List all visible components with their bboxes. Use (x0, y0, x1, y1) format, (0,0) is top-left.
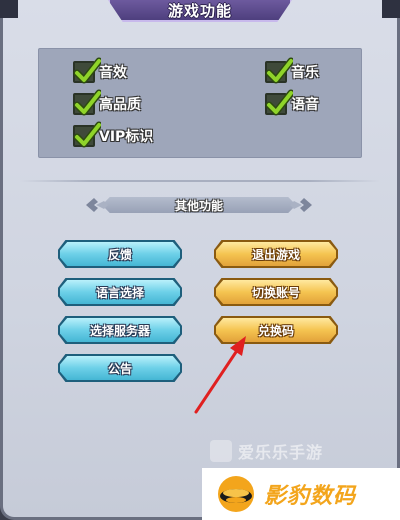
option-music[interactable]: 音乐 (265, 57, 319, 84)
option-label: 高品质 (99, 97, 141, 113)
button-label: 兑换码 (257, 323, 294, 338)
panel-corner-right (382, 0, 400, 18)
brand-logo-card: 影豹数码 (202, 468, 400, 520)
button-label: 选择服务器 (89, 323, 150, 338)
switch-account-button[interactable]: 切换账号 (214, 278, 338, 306)
button-label: 公告 (107, 361, 132, 376)
option-high-quality[interactable]: 高品质 (73, 89, 141, 116)
button-label: 退出游戏 (251, 247, 300, 262)
announcement-button[interactable]: 公告 (58, 354, 182, 382)
checkmark-icon (73, 121, 101, 148)
redeem-code-button[interactable]: 兑换码 (214, 316, 338, 344)
checkbox-high-quality[interactable] (73, 89, 101, 116)
button-label: 语言选择 (95, 285, 144, 300)
watermark-logo-icon (210, 440, 232, 462)
feedback-button[interactable]: 反馈 (58, 240, 182, 268)
settings-options-box: 音效 音乐 高品质 语音 VIP标识 (38, 48, 362, 158)
exit-game-button[interactable]: 退出游戏 (214, 240, 338, 268)
checkmark-icon (265, 57, 293, 84)
option-label: 音乐 (291, 65, 319, 81)
watermark-text: 爱乐乐手游 (238, 443, 324, 462)
option-label: 音效 (99, 65, 127, 81)
site-watermark: 爱乐乐手游 (210, 440, 400, 462)
checkmark-icon (73, 89, 101, 116)
checkbox-voice[interactable] (265, 89, 293, 116)
ornament-right-icon (290, 198, 312, 212)
title-banner: 游戏功能 (108, 0, 292, 22)
option-sound-effects[interactable]: 音效 (73, 57, 127, 84)
other-functions-header: 其他功能 (84, 194, 314, 216)
option-label: VIP标识 (99, 129, 154, 145)
panel-title: 游戏功能 (167, 1, 232, 20)
checkbox-music[interactable] (265, 57, 293, 84)
ornament-left-icon (86, 198, 108, 212)
checkmark-icon (265, 89, 293, 116)
checkmark-icon (73, 57, 101, 84)
section-divider (20, 180, 380, 182)
button-label: 反馈 (107, 247, 132, 262)
language-select-button[interactable]: 语言选择 (58, 278, 182, 306)
panel-corner-left (0, 0, 18, 18)
option-label: 语音 (291, 97, 319, 113)
section-title: 其他功能 (174, 198, 223, 213)
button-label: 切换账号 (251, 285, 300, 300)
brand-logo-text: 影豹数码 (264, 484, 357, 509)
option-vip-badge[interactable]: VIP标识 (73, 121, 154, 148)
server-select-button[interactable]: 选择服务器 (58, 316, 182, 344)
brand-logo-icon (218, 476, 254, 512)
checkbox-vip-badge[interactable] (73, 121, 101, 148)
option-voice[interactable]: 语音 (265, 89, 319, 116)
checkbox-sound-effects[interactable] (73, 57, 101, 84)
